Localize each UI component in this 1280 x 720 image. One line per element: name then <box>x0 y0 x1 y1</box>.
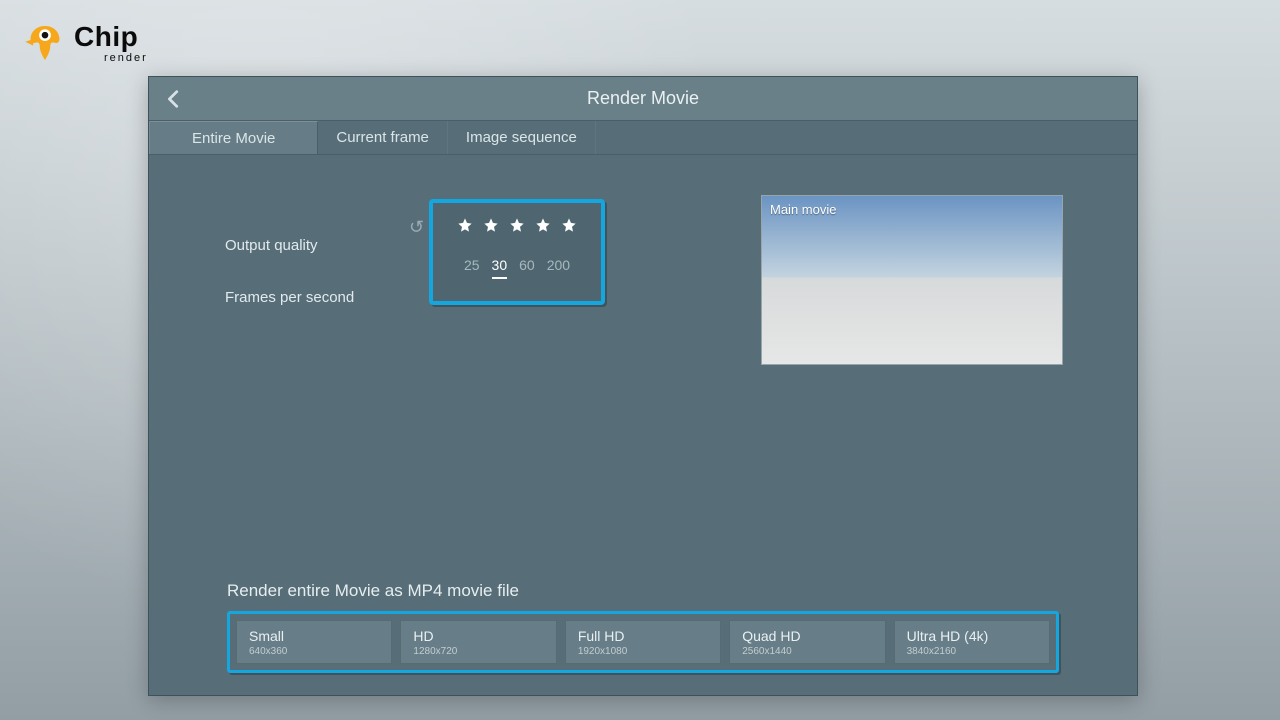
dialog-content: Output quality Frames per second ↺ 25 30… <box>149 155 1137 695</box>
render-option-name: Ultra HD (4k) <box>907 628 1037 644</box>
back-arrow-icon[interactable] <box>163 88 185 110</box>
render-heading: Render entire Movie as MP4 movie file <box>227 581 1059 601</box>
fps-200[interactable]: 200 <box>547 257 570 279</box>
render-section: Render entire Movie as MP4 movie file Sm… <box>227 581 1059 673</box>
label-output-quality: Output quality <box>225 219 354 271</box>
star-icon[interactable] <box>509 217 525 233</box>
quality-stars <box>443 217 591 233</box>
render-option-res: 1920x1080 <box>578 646 708 657</box>
render-option-res: 2560x1440 <box>742 646 872 657</box>
render-ultrahd-button[interactable]: Ultra HD (4k) 3840x2160 <box>894 620 1050 664</box>
brand-subtitle: render <box>104 53 148 64</box>
tab-entire-movie[interactable]: Entire Movie <box>149 121 318 154</box>
tabs: Entire Movie Current frame Image sequenc… <box>149 121 1137 155</box>
dialog-titlebar: Render Movie <box>149 77 1137 121</box>
render-option-name: HD <box>413 628 543 644</box>
render-option-name: Small <box>249 628 379 644</box>
tab-current-frame[interactable]: Current frame <box>318 121 448 154</box>
render-hd-button[interactable]: HD 1280x720 <box>400 620 556 664</box>
brand-logo: Chip render <box>24 22 148 64</box>
star-icon[interactable] <box>483 217 499 233</box>
quality-fps-box: 25 30 60 200 <box>429 199 605 305</box>
render-option-name: Quad HD <box>742 628 872 644</box>
render-movie-dialog: Render Movie Entire Movie Current frame … <box>148 76 1138 696</box>
tab-image-sequence[interactable]: Image sequence <box>448 121 596 154</box>
star-icon[interactable] <box>561 217 577 233</box>
render-options-row: Small 640x360 HD 1280x720 Full HD 1920x1… <box>227 611 1059 673</box>
fps-30[interactable]: 30 <box>492 257 508 279</box>
fps-options: 25 30 60 200 <box>443 257 591 279</box>
fps-25[interactable]: 25 <box>464 257 480 279</box>
render-option-res: 1280x720 <box>413 646 543 657</box>
star-icon[interactable] <box>535 217 551 233</box>
brand-bird-icon <box>24 22 66 64</box>
star-icon[interactable] <box>457 217 473 233</box>
brand-name: Chip <box>74 23 148 51</box>
render-option-name: Full HD <box>578 628 708 644</box>
render-quadhd-button[interactable]: Quad HD 2560x1440 <box>729 620 885 664</box>
render-option-res: 640x360 <box>249 646 379 657</box>
dialog-title: Render Movie <box>587 88 699 109</box>
fps-60[interactable]: 60 <box>519 257 535 279</box>
render-option-res: 3840x2160 <box>907 646 1037 657</box>
label-fps: Frames per second <box>225 271 354 323</box>
setting-labels: Output quality Frames per second <box>225 219 354 323</box>
render-small-button[interactable]: Small 640x360 <box>236 620 392 664</box>
undo-icon[interactable]: ↺ <box>409 217 424 238</box>
render-fullhd-button[interactable]: Full HD 1920x1080 <box>565 620 721 664</box>
preview-thumbnail[interactable]: Main movie <box>761 195 1063 365</box>
preview-label: Main movie <box>762 196 1062 223</box>
